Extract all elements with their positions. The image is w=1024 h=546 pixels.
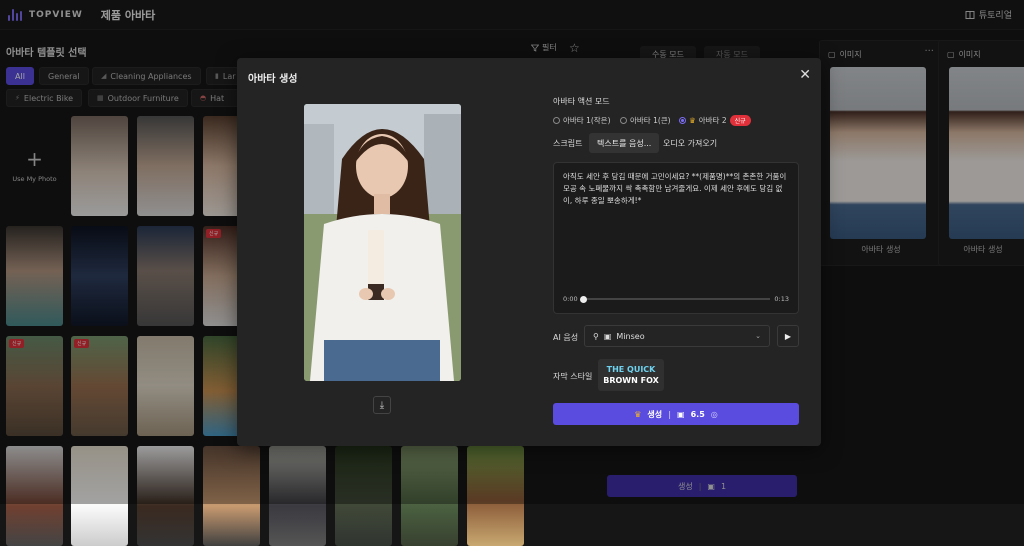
radio-label: 아바타 1(작은)	[563, 116, 611, 125]
generate-credits: 6.5	[690, 409, 705, 419]
download-icon: ⤓	[379, 399, 385, 411]
subtitle-sample-line1: THE QUICK	[606, 365, 656, 374]
location-icon: ⚲	[593, 331, 599, 341]
radio-avatar-1-small[interactable]: 아바타 1(작은)	[553, 115, 611, 126]
radio-avatar-2[interactable]: ♛ 아바타 2 신규	[679, 115, 751, 126]
script-textarea[interactable]: 아직도 세안 후 당김 때문에 고민이세요? **(제품명)**의 촌촌한 거품…	[553, 162, 799, 314]
radio-label: 아바타 1(큰)	[630, 116, 671, 125]
generate-label: 생성	[647, 409, 663, 419]
radio-indicator	[553, 117, 560, 124]
ai-voice-label: AI 음성	[553, 333, 579, 342]
script-label: 스크립트	[553, 139, 583, 148]
tab-text-to-speech[interactable]: 텍스트를 음성...	[589, 133, 660, 153]
new-badge: 신규	[729, 115, 751, 126]
radio-indicator	[679, 117, 686, 124]
avatar-generation-modal: 아바타 생성 ✕ ⤓ 아바타 액션 모드 아바타 1(작은) 아바타 1(큰)	[237, 58, 821, 446]
info-icon: ◎	[710, 409, 718, 419]
time-start: 0:00	[563, 295, 578, 303]
chevron-down-icon: ⌄	[755, 332, 761, 340]
crown-icon: ♛	[689, 116, 696, 125]
tab-import-audio[interactable]: 오디오 가져오기	[655, 133, 725, 153]
time-end: 0:13	[774, 295, 789, 303]
modal-title: 아바타 생성	[248, 74, 298, 85]
generate-button[interactable]: ♛ 생성 | ▣ 6.5 ◎	[553, 403, 799, 425]
subtitle-style-label: 자막 스타일	[553, 372, 593, 381]
credit-icon: ▣	[677, 409, 685, 419]
play-icon: ▶	[784, 331, 792, 341]
script-text[interactable]: 아직도 세안 후 당김 때문에 고민이세요? **(제품명)**의 촌촌한 거품…	[563, 171, 791, 207]
crown-icon: ♛	[634, 409, 642, 419]
radio-avatar-1-large[interactable]: 아바타 1(큰)	[620, 115, 671, 126]
subtitle-style-option[interactable]: THE QUICK BROWN FOX	[598, 359, 664, 391]
divider: |	[668, 409, 672, 419]
radio-label: 아바타 2	[698, 116, 727, 125]
voice-value: Minseo	[616, 331, 645, 341]
close-icon[interactable]: ✕	[799, 67, 811, 83]
avatar-illustration	[304, 104, 461, 381]
audio-progress-thumb[interactable]	[580, 296, 587, 303]
download-button[interactable]: ⤓	[373, 396, 391, 414]
subtitle-sample-line2: BROWN FOX	[603, 376, 659, 385]
audio-progress-track[interactable]	[582, 298, 770, 300]
video-icon: ▣	[603, 331, 612, 341]
play-voice-button[interactable]: ▶	[777, 325, 799, 347]
radio-indicator	[620, 117, 627, 124]
avatar-preview-image	[304, 104, 461, 381]
voice-select[interactable]: ⚲ ▣ Minseo ⌄	[584, 325, 770, 347]
action-mode-label: 아바타 액션 모드	[553, 97, 610, 106]
